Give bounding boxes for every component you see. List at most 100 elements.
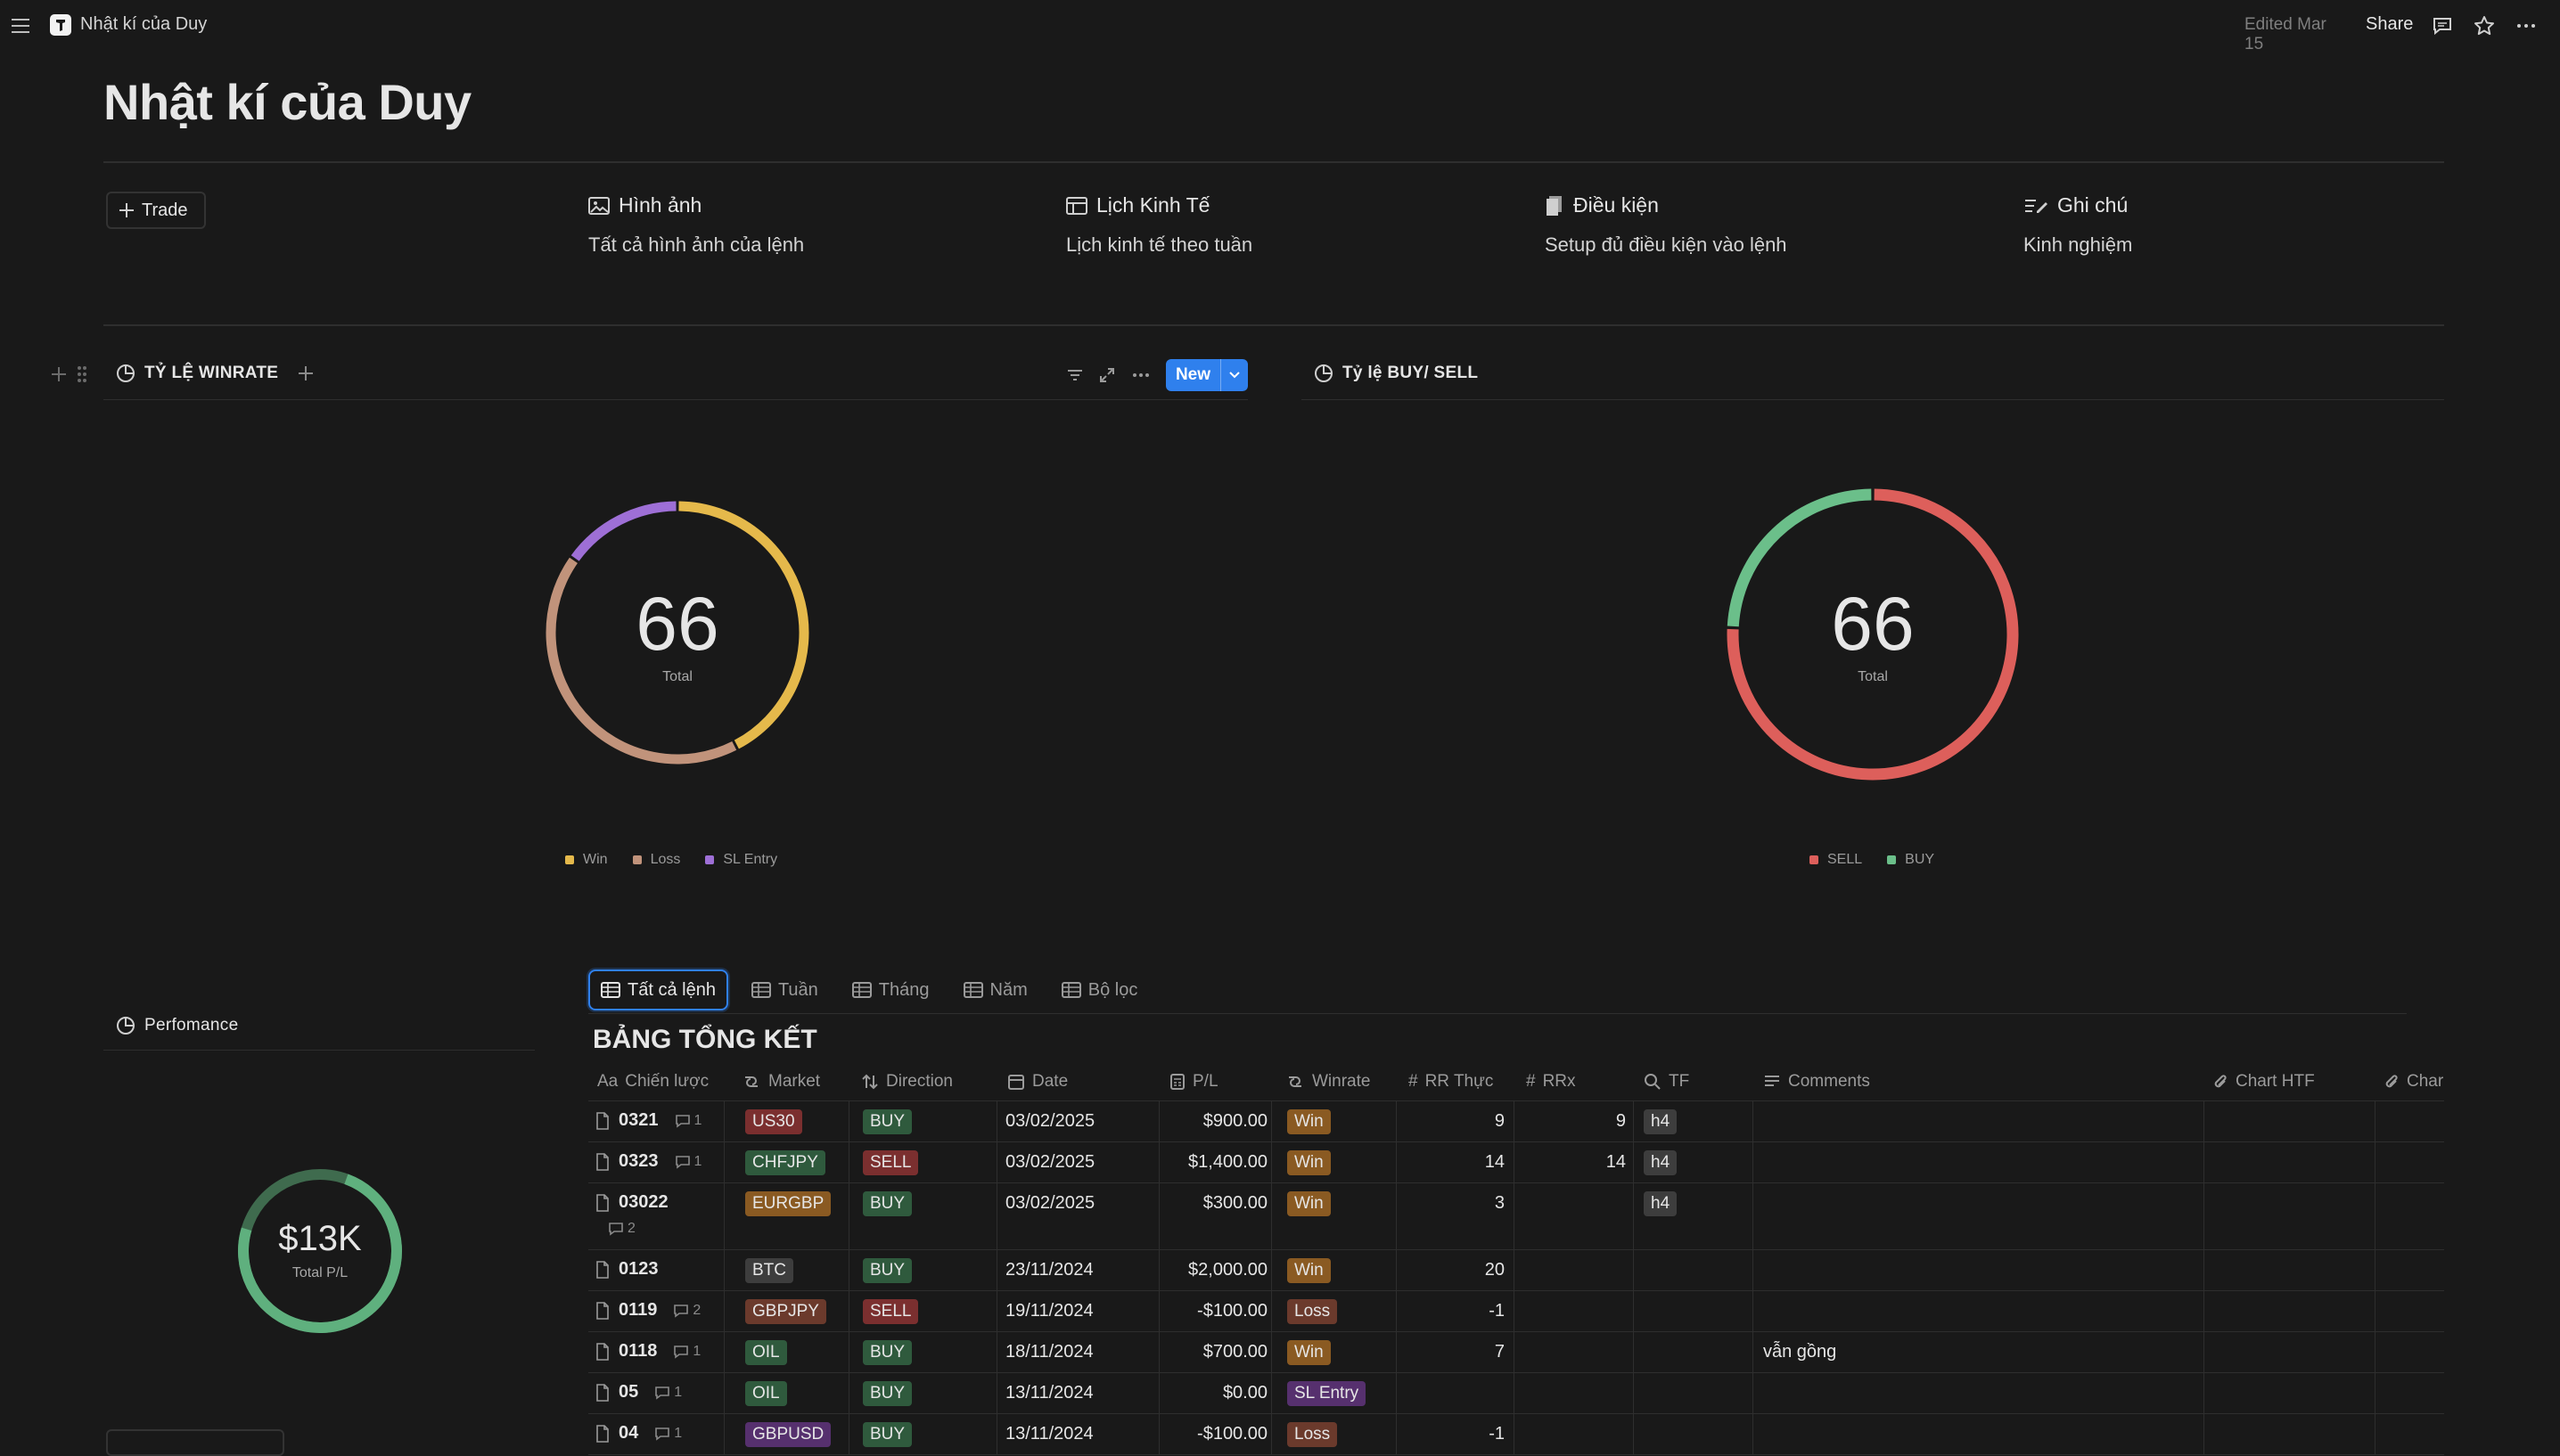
winrate-tag[interactable]: Win — [1287, 1191, 1331, 1216]
column-header-chart-htf[interactable]: Chart HTF — [2212, 1063, 2315, 1100]
date-cell[interactable]: 13/11/2024 — [1005, 1383, 1094, 1403]
rr-cell[interactable]: 14 — [1398, 1152, 1505, 1173]
table-row[interactable]: 0123 BTC BUY 23/11/2024 $2,000.00 Win 20 — [588, 1250, 2444, 1291]
direction-tag[interactable]: BUY — [863, 1109, 913, 1134]
winrate-tag[interactable]: Win — [1287, 1150, 1331, 1175]
comments-icon[interactable] — [2430, 13, 2455, 38]
winrate-tag[interactable]: Win — [1287, 1258, 1331, 1283]
rr-cell[interactable]: 20 — [1398, 1260, 1505, 1280]
table-row[interactable]: 0321 1 US30 BUY 03/02/2025 $900.00 Win 9 9 h4 — [588, 1101, 2444, 1142]
winrate-tag[interactable]: Win — [1287, 1340, 1331, 1365]
column-header-chart-ltf[interactable]: Char — [2384, 1063, 2443, 1100]
more-options-icon[interactable] — [2514, 13, 2539, 38]
market-tag[interactable]: CHFJPY — [745, 1150, 825, 1175]
date-cell[interactable]: 18/11/2024 — [1005, 1342, 1094, 1362]
legend-item-sell[interactable]: SELL — [1809, 852, 1862, 868]
market-tag[interactable]: BTC — [745, 1258, 793, 1283]
date-cell[interactable]: 13/11/2024 — [1005, 1424, 1094, 1444]
tf-tag[interactable]: h4 — [1644, 1150, 1678, 1175]
tab-all-trades[interactable]: Tất cả lệnh — [588, 969, 728, 1010]
rr-cell[interactable]: 9 — [1398, 1111, 1505, 1132]
more-options-icon[interactable] — [1128, 364, 1153, 386]
column-header-comments[interactable]: Comments — [1763, 1063, 1870, 1100]
trade-button[interactable]: Trade — [106, 192, 206, 229]
rr-cell[interactable]: -1 — [1398, 1424, 1505, 1444]
winrate-tag[interactable]: Win — [1287, 1109, 1331, 1134]
row-name[interactable]: 0123 — [595, 1259, 659, 1280]
row-name[interactable]: 05 1 — [595, 1382, 682, 1403]
performance-chart-title[interactable]: Perfomance — [116, 1016, 238, 1035]
comments-cell[interactable]: vẫn gồng — [1763, 1342, 1836, 1362]
winrate-tag[interactable]: Loss — [1287, 1422, 1338, 1447]
comment-count[interactable]: 1 — [675, 1113, 702, 1129]
expand-icon[interactable] — [1096, 364, 1118, 386]
new-button[interactable]: New — [1166, 359, 1248, 391]
row-name[interactable]: 04 1 — [595, 1423, 682, 1444]
direction-tag[interactable]: BUY — [863, 1422, 913, 1447]
share-button[interactable]: Share — [2366, 14, 2413, 35]
callout-notes[interactable]: Ghi chú Kinh nghiệm — [2023, 193, 2132, 257]
comment-count[interactable]: 1 — [654, 1426, 682, 1442]
favorite-star-icon[interactable] — [2472, 13, 2497, 38]
winrate-tag[interactable]: SL Entry — [1287, 1381, 1366, 1406]
direction-tag[interactable]: BUY — [863, 1191, 913, 1216]
tf-tag[interactable]: h4 — [1644, 1109, 1678, 1134]
menu-icon[interactable] — [9, 15, 32, 37]
column-header-pl[interactable]: P/L — [1169, 1063, 1218, 1100]
market-tag[interactable]: GBPJPY — [745, 1299, 826, 1324]
market-tag[interactable]: GBPUSD — [745, 1422, 832, 1447]
direction-tag[interactable]: BUY — [863, 1258, 913, 1283]
comment-count[interactable]: 1 — [673, 1344, 701, 1360]
drag-handle-icon[interactable] — [77, 364, 87, 384]
column-header-strategy[interactable]: Aa Chiến lược — [597, 1063, 709, 1100]
date-cell[interactable]: 19/11/2024 — [1005, 1301, 1094, 1321]
column-header-direction[interactable]: Direction — [861, 1063, 953, 1100]
callout-conditions[interactable]: Điều kiện Setup đủ điều kiện vào lệnh — [1545, 193, 1787, 257]
table-row[interactable]: 0118 1 OIL BUY 18/11/2024 $700.00 Win 7 vẫn gồng — [588, 1332, 2444, 1373]
column-header-winrate[interactable]: Winrate — [1285, 1063, 1370, 1100]
filter-icon[interactable] — [1064, 364, 1086, 386]
tab-filter[interactable]: Bộ lọc — [1051, 969, 1149, 1010]
comment-count[interactable]: 2 — [608, 1221, 636, 1237]
breadcrumb-page-name[interactable]: Nhật kí của Duy — [80, 14, 207, 35]
pl-cell[interactable]: $300.00 — [1161, 1193, 1268, 1214]
table-row[interactable]: 05 1 OIL BUY 13/11/2024 $0.00 SL Entry — [588, 1373, 2444, 1414]
market-tag[interactable]: OIL — [745, 1381, 787, 1406]
comment-count[interactable]: 1 — [654, 1385, 682, 1401]
winrate-tag[interactable]: Loss — [1287, 1299, 1338, 1324]
table-row[interactable]: 04 1 GBPUSD BUY 13/11/2024 -$100.00 Loss -1 — [588, 1414, 2444, 1455]
comment-count[interactable]: 1 — [675, 1154, 702, 1170]
row-name[interactable]: 03022 — [595, 1192, 669, 1213]
donut-slice-sl-entry[interactable] — [570, 501, 677, 561]
column-header-market[interactable]: Market — [742, 1063, 820, 1100]
add-view-icon[interactable] — [298, 365, 314, 381]
pl-cell[interactable]: -$100.00 — [1161, 1301, 1268, 1321]
legend-item-buy[interactable]: BUY — [1887, 852, 1934, 868]
page-title[interactable]: Nhật kí của Duy — [103, 73, 472, 131]
chevron-down-icon[interactable] — [1221, 371, 1248, 380]
market-tag[interactable]: OIL — [745, 1340, 787, 1365]
market-tag[interactable]: US30 — [745, 1109, 802, 1134]
tab-week[interactable]: Tuần — [741, 969, 829, 1010]
add-block-icon[interactable] — [50, 365, 68, 383]
date-cell[interactable]: 23/11/2024 — [1005, 1260, 1094, 1280]
column-header-rr-real[interactable]: # RR Thực — [1408, 1063, 1493, 1100]
pl-cell[interactable]: $1,400.00 — [1161, 1152, 1268, 1173]
pl-cell[interactable]: $700.00 — [1161, 1342, 1268, 1362]
direction-tag[interactable]: SELL — [863, 1150, 919, 1175]
date-cell[interactable]: 03/02/2025 — [1005, 1152, 1095, 1173]
legend-item-win[interactable]: Win — [565, 852, 608, 868]
date-cell[interactable]: 03/02/2025 — [1005, 1111, 1095, 1132]
column-header-date[interactable]: Date — [1007, 1063, 1068, 1100]
row-name[interactable]: 0118 1 — [595, 1341, 701, 1362]
direction-tag[interactable]: SELL — [863, 1299, 919, 1324]
callout-calendar[interactable]: Lịch Kinh Tế Lịch kinh tế theo tuần — [1066, 193, 1252, 257]
callout-images[interactable]: Hình ảnh Tất cả hình ảnh của lệnh — [588, 193, 804, 257]
pl-cell[interactable]: $900.00 — [1161, 1111, 1268, 1132]
comment-count[interactable]: 2 — [673, 1303, 701, 1319]
table-row[interactable]: 0119 2 GBPJPY SELL 19/11/2024 -$100.00 Loss -1 — [588, 1291, 2444, 1332]
winrate-chart-title[interactable]: TỶ LỆ WINRATE — [116, 364, 314, 383]
pl-cell[interactable]: $2,000.00 — [1161, 1260, 1268, 1280]
rr-cell[interactable]: 3 — [1398, 1193, 1505, 1214]
row-name[interactable]: 0321 1 — [595, 1110, 702, 1131]
